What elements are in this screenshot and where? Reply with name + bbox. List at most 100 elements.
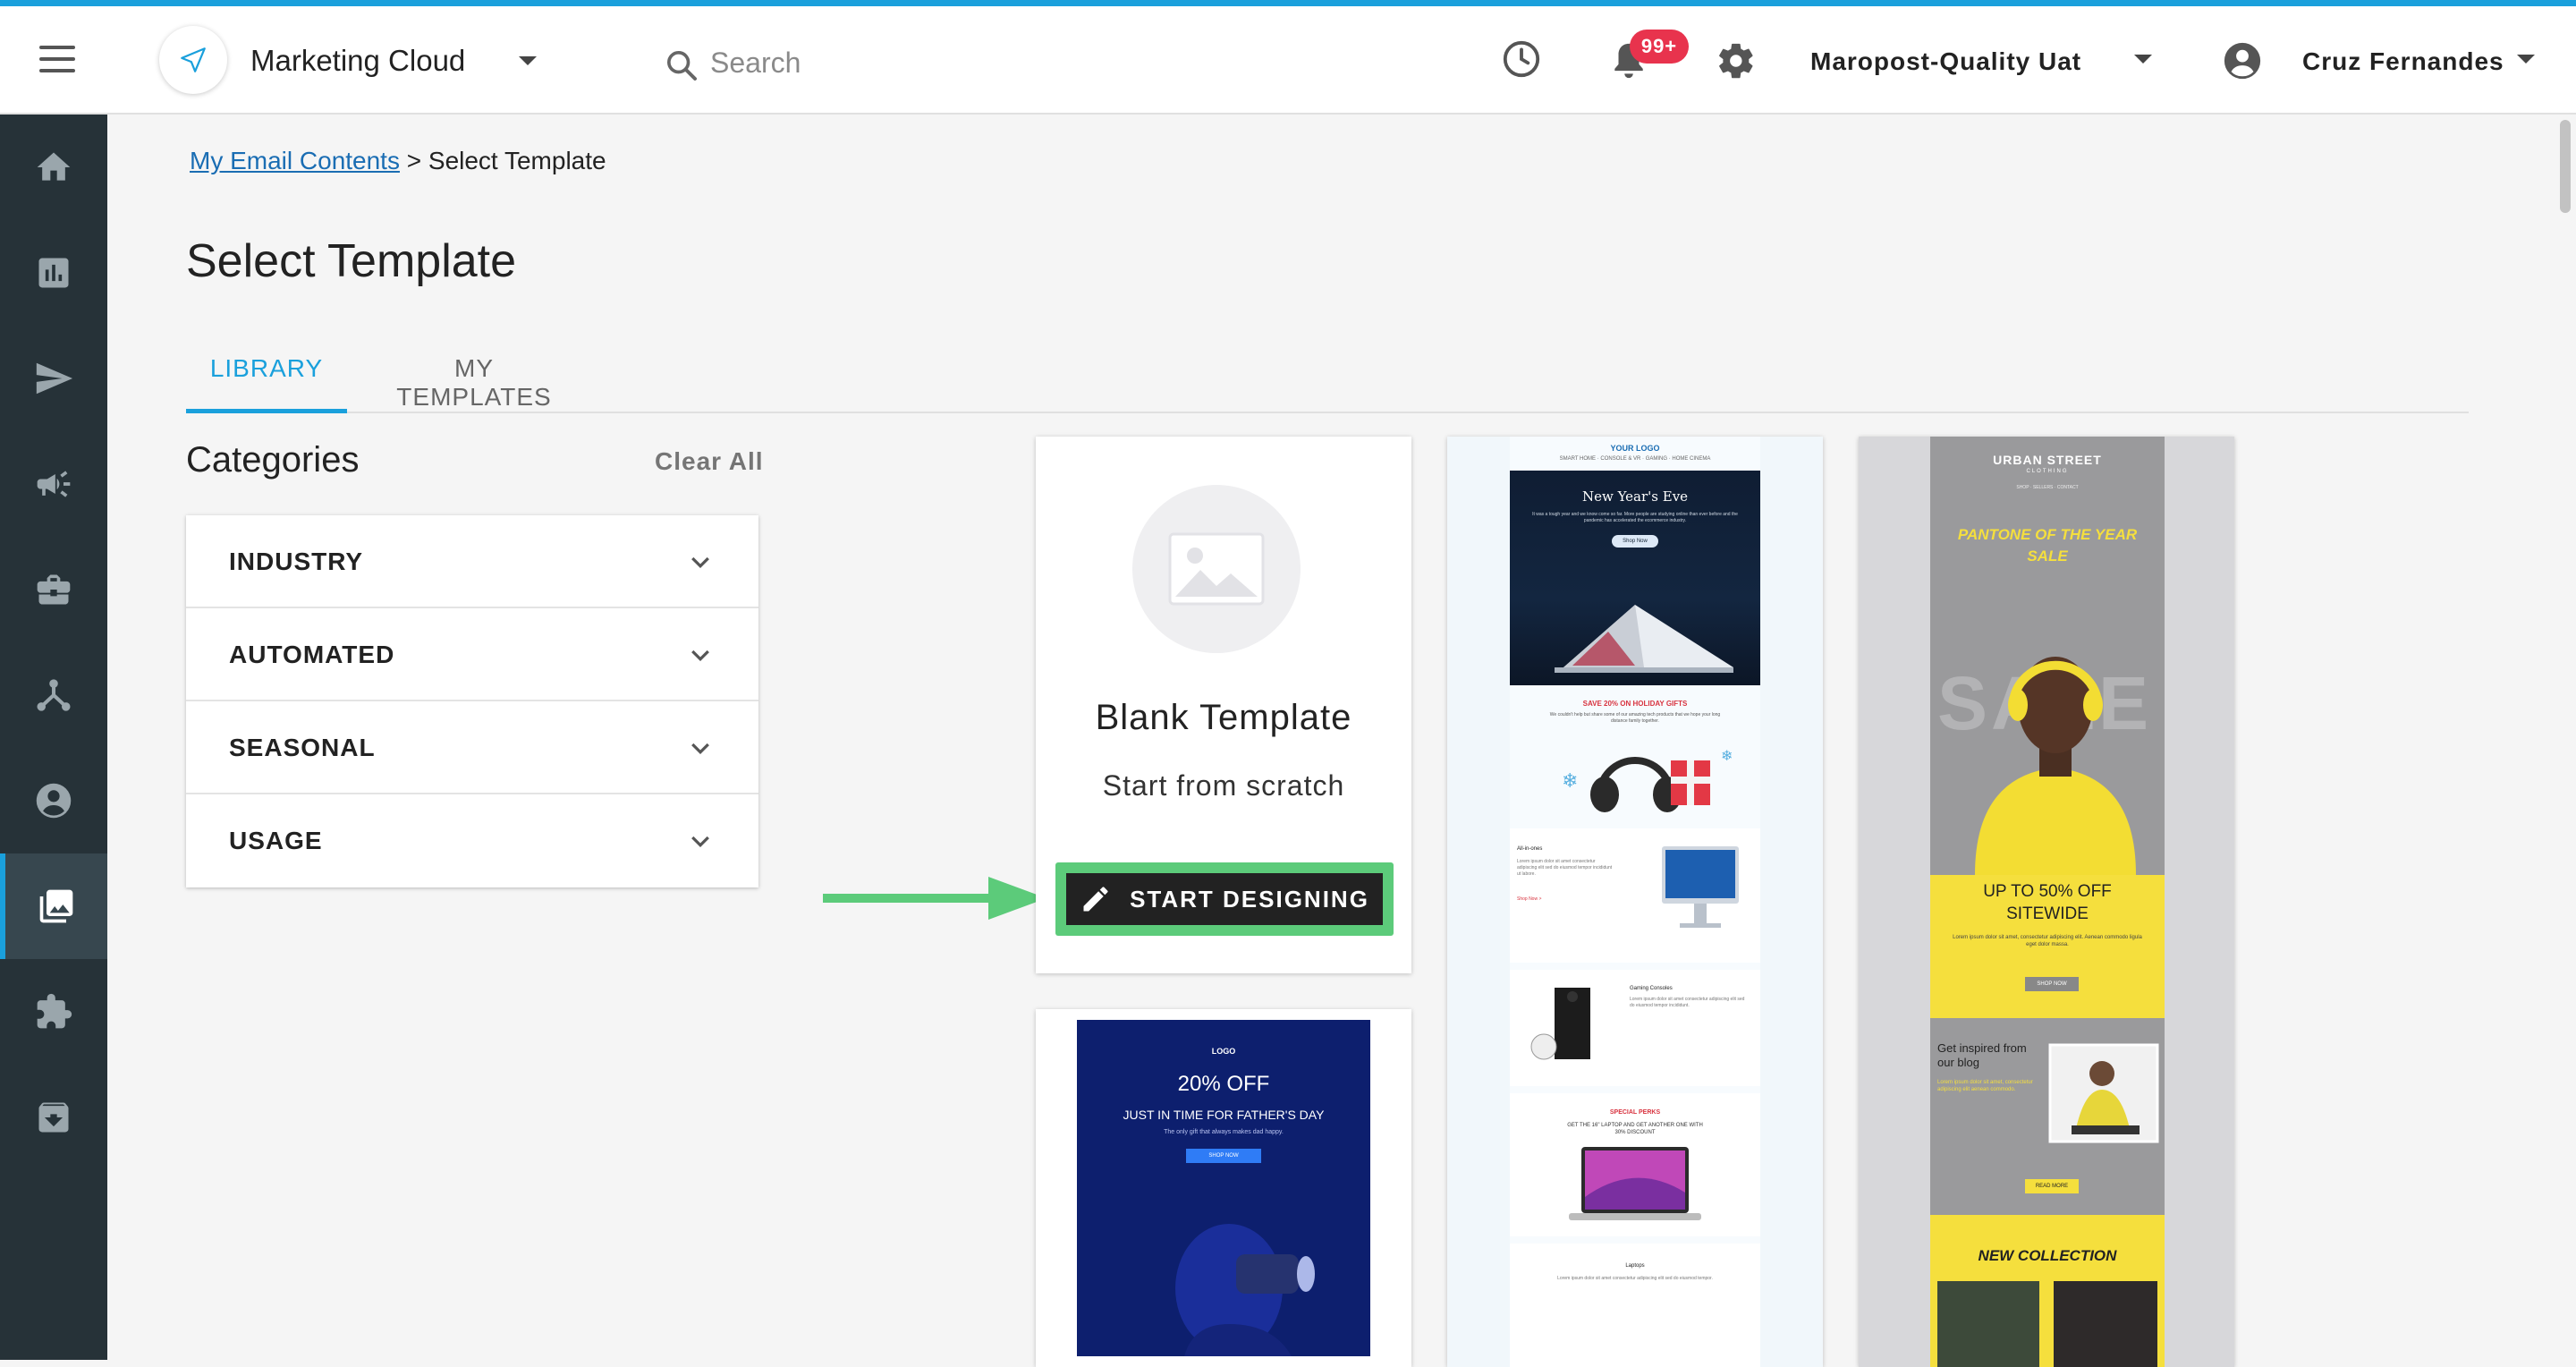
journeys-icon <box>37 679 71 711</box>
blog-photo-illustration <box>2048 1043 2159 1143</box>
category-usage[interactable]: USAGE <box>186 794 758 887</box>
contacts-icon <box>36 783 72 819</box>
categories-heading: Categories <box>186 440 360 480</box>
sidebar-item-apps[interactable] <box>0 959 107 1065</box>
holiday-section2-body: Lorem ipsum dolor sit amet consectetur a… <box>1517 859 1613 877</box>
blank-template-card[interactable]: Blank Template Start from scratch START … <box>1036 437 1411 973</box>
briefcase-icon <box>37 574 71 605</box>
urban-template-preview: URBAN STREET CLOTHING SHOP · SELLERS · C… <box>1930 437 2165 1367</box>
holiday-section3-body: Lorem ipsum dolor sit amet consectetur a… <box>1630 997 1745 1008</box>
sidebar-item-archive[interactable] <box>0 1065 107 1170</box>
image-placeholder-icon <box>1132 485 1301 653</box>
category-label: USAGE <box>229 827 323 854</box>
holiday-hero: New Year's Eve It was a tough year and w… <box>1510 471 1760 685</box>
app-switcher-caret-icon[interactable] <box>519 56 537 65</box>
category-automated[interactable]: AUTOMATED <box>186 608 758 701</box>
chevron-down-icon <box>691 556 709 569</box>
holiday-section4-body: Lorem ipsum dolor sit amet consectetur a… <box>1557 1276 1713 1281</box>
holiday-hero-title: New Year's Eve <box>1581 488 1689 505</box>
category-industry[interactable]: INDUSTRY <box>186 515 758 608</box>
page-title: Select Template <box>186 235 517 287</box>
holiday-section-laptops: Laptops Lorem ipsum dolor sit amet conse… <box>1510 1244 1760 1367</box>
holiday-section3-title: Gaming Consoles <box>1630 986 1673 991</box>
chevron-down-icon <box>691 836 709 848</box>
app-switcher-label[interactable]: Marketing Cloud <box>250 44 465 78</box>
category-seasonal[interactable]: SEASONAL <box>186 701 758 794</box>
sidebar-item-send[interactable] <box>0 326 107 431</box>
holiday-section-perks: SPECIAL PERKS GET THE 16" LAPTOP AND GET… <box>1510 1093 1760 1236</box>
sidebar-item-reports[interactable] <box>0 220 107 326</box>
holiday-nav: SMART HOME · CONSOLE & VR · GAMING · HOM… <box>1559 456 1711 462</box>
user-menu-label[interactable]: Cruz Fernandes <box>2302 47 2504 76</box>
desktop-monitor-illustration <box>1662 846 1739 928</box>
organization-caret-icon[interactable] <box>2134 55 2152 64</box>
template-card-fathers-day[interactable]: LOGO 20% OFF JUST IN TIME FOR FATHER'S D… <box>1036 1009 1411 1367</box>
scrollbar-thumb[interactable] <box>2560 120 2571 213</box>
breadcrumb-link-email-contents[interactable]: My Email Contents <box>190 147 400 174</box>
navigation-arrow-icon <box>181 47 206 72</box>
template-card-urban-street[interactable]: URBAN STREET CLOTHING SHOP · SELLERS · C… <box>1859 437 2234 1367</box>
fathers-day-headline: 20% OFF <box>1177 1072 1270 1096</box>
collection-photo-1 <box>1937 1281 2039 1367</box>
search-input[interactable] <box>710 40 979 85</box>
pencil-icon <box>1083 887 1108 912</box>
start-designing-button[interactable]: START DESIGNING <box>1066 873 1383 925</box>
template-tabs: LIBRARY MY TEMPLATES <box>186 335 2469 413</box>
settings-gear-icon[interactable] <box>1716 40 1757 81</box>
history-clock-icon[interactable] <box>1501 38 1542 80</box>
urban-blog-section: Get inspired from our blog Lorem ipsum d… <box>1930 1018 2165 1215</box>
holiday-section-gaming: Gaming Consoles Lorem ipsum dolor sit am… <box>1510 970 1760 1086</box>
send-icon <box>36 362 73 395</box>
app-logo[interactable] <box>159 26 227 94</box>
man-headphones-illustration <box>1975 657 2136 875</box>
home-icon <box>37 152 71 181</box>
laptop-pink-illustration <box>1569 1147 1701 1220</box>
urban-brand-sub: CLOTHING <box>2026 469 2069 474</box>
svg-text:❄: ❄ <box>1562 769 1578 792</box>
archive-icon <box>38 1102 69 1133</box>
holiday-section-allinones: All-in-ones Lorem ipsum dolor sit amet c… <box>1510 828 1760 963</box>
holiday-shop-link: Shop Now > <box>1517 896 1542 902</box>
tab-library[interactable]: LIBRARY <box>186 335 347 413</box>
fathers-day-body: The only gift that always makes dad happ… <box>1164 1129 1284 1135</box>
sidebar-item-contacts[interactable] <box>0 748 107 853</box>
fathers-day-preview: LOGO 20% OFF JUST IN TIME FOR FATHER'S D… <box>1077 1020 1370 1356</box>
urban-nav: SHOP · SELLERS · CONTACT <box>2016 485 2079 490</box>
urban-offer-body: Lorem ipsum dolor sit amet, consectetur … <box>1953 935 2142 947</box>
notification-count-badge: 99+ <box>1630 30 1689 64</box>
pointer-arrow-annotation <box>823 877 1046 920</box>
menu-icon[interactable] <box>39 46 75 72</box>
sidebar-item-home[interactable] <box>0 115 107 220</box>
chevron-down-icon <box>691 650 709 662</box>
reports-icon <box>38 258 69 288</box>
sidebar-item-journeys[interactable] <box>0 642 107 748</box>
urban-blog-button: READ MORE <box>2025 1179 2079 1193</box>
sidebar-item-campaigns[interactable] <box>0 431 107 537</box>
urban-blog-body: Lorem ipsum dolor sit amet, consectetur … <box>1937 1080 2033 1092</box>
category-label: INDUSTRY <box>229 548 364 575</box>
holiday-hero-body: It was a tough year and we know come so … <box>1532 512 1738 523</box>
tab-my-templates[interactable]: MY TEMPLATES <box>376 335 572 413</box>
user-menu-caret-icon[interactable] <box>2517 55 2535 64</box>
breadcrumb: My Email Contents > Select Template <box>190 147 606 175</box>
sidebar-nav <box>0 115 107 1360</box>
sidebar-item-content[interactable] <box>0 853 107 959</box>
svg-text:❄: ❄ <box>1721 749 1733 764</box>
category-label: AUTOMATED <box>229 641 395 668</box>
template-card-holiday-tech[interactable]: YOUR LOGO SMART HOME · CONSOLE & VR · GA… <box>1447 437 1823 1367</box>
holiday-perks-title: SPECIAL PERKS <box>1609 1109 1661 1116</box>
urban-collection: NEW COLLECTION <box>1978 1247 2117 1264</box>
holiday-perks-body: GET THE 16" LAPTOP AND GET ANOTHER ONE W… <box>1567 1123 1703 1135</box>
chevron-down-icon <box>691 743 709 755</box>
urban-collection-photos <box>1937 1281 2157 1367</box>
sidebar-item-briefcase[interactable] <box>0 537 107 642</box>
breadcrumb-separator: > <box>406 147 422 174</box>
clear-all-button[interactable]: Clear All <box>655 447 764 476</box>
fathers-day-logo: LOGO <box>1211 1047 1236 1056</box>
organization-switcher-label[interactable]: Maropost-Quality Uat <box>1810 47 2081 76</box>
user-avatar-icon[interactable] <box>2222 40 2263 81</box>
urban-brand: URBAN STREET <box>1993 453 2102 467</box>
blank-template-title: Blank Template <box>1095 698 1352 737</box>
page-scrollbar[interactable] <box>2555 116 2576 1360</box>
holiday-logo: YOUR LOGO <box>1610 444 1660 453</box>
